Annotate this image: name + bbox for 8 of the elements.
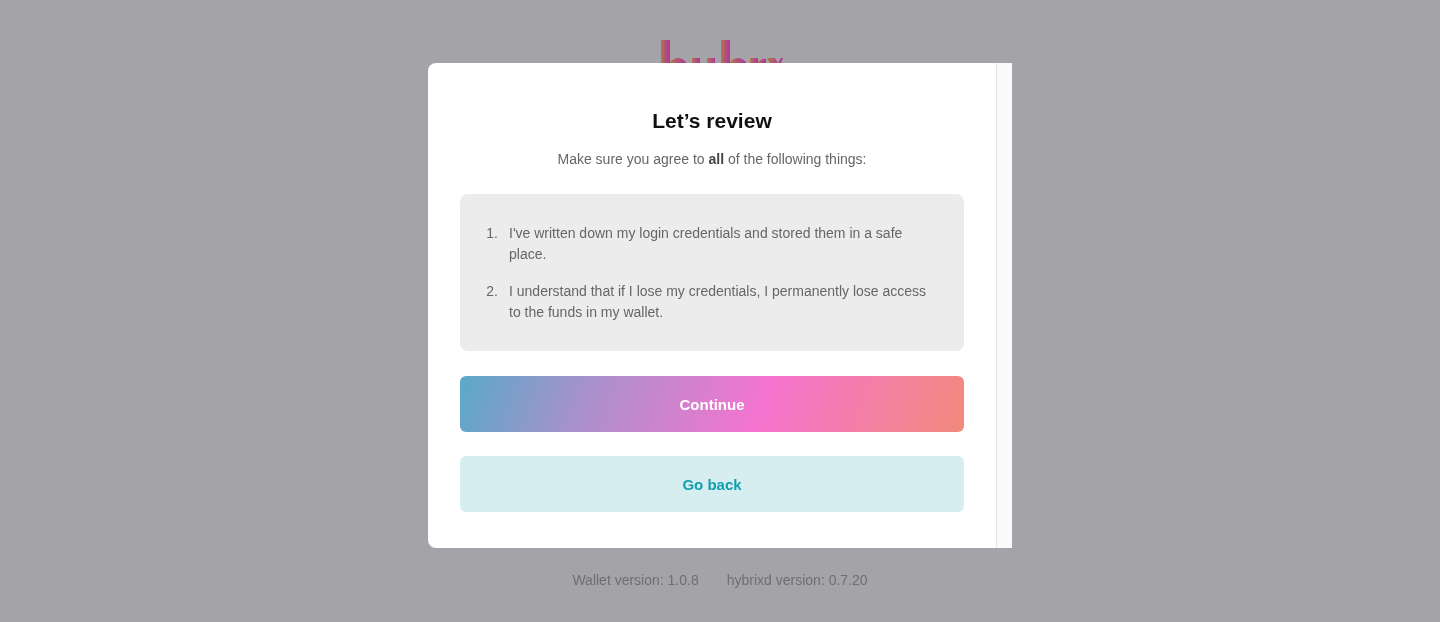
- agreement-text: I understand that if I lose my credentials, I permanently lose access to the funds in my wallet.: [509, 282, 928, 322]
- dialog-subtitle: Make sure you agree to all of the following things:: [556, 150, 868, 168]
- back-button[interactable]: Go back: [460, 456, 964, 512]
- dialog-title: Let’s review: [651, 109, 773, 133]
- list-number: 2.: [485, 282, 498, 301]
- list-number: 1.: [485, 224, 498, 243]
- agreement-text: I've written down my login credentials and stored them in a safe place.: [509, 224, 904, 264]
- continue-button[interactable]: Continue: [460, 376, 964, 432]
